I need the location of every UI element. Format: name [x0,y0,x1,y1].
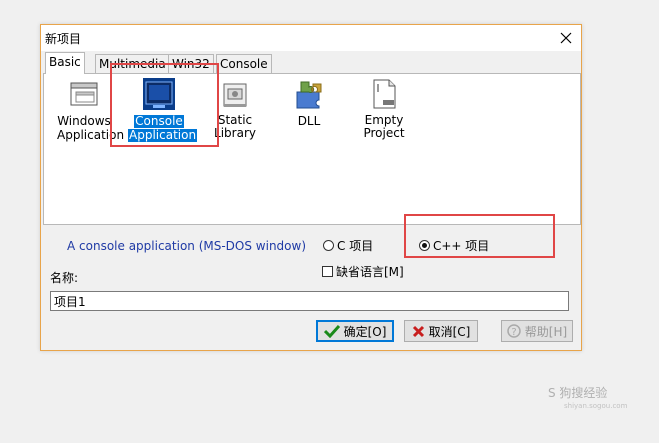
template-dll[interactable]: DLL [292,78,326,128]
checkbox-box [322,266,333,277]
template-console-application[interactable]: Console Application [128,78,198,142]
radio-c-label: C 项目 [337,239,374,253]
template-panel: Windows Application Console Application [43,73,581,225]
tab-basic[interactable]: Basic [45,52,85,74]
red-x-icon [412,325,424,337]
template-windows-application[interactable]: Windows Application [56,78,124,142]
tab-win32[interactable]: Win32 [168,54,214,73]
template-label: Empty Project [363,113,405,140]
template-label-line2: Application [57,128,125,142]
help-label: 帮助[H] [524,324,568,339]
cancel-button[interactable]: 取消[C] [404,320,478,342]
radio-cpp-project[interactable]: C++ 项目 [419,237,489,254]
template-empty-project[interactable]: Empty Project [350,78,418,140]
radio-c-project[interactable]: C 项目 [323,237,373,254]
template-label: Windows [57,114,111,128]
new-project-dialog: 新项目 Basic Multimedia Win32 Console Windo… [40,24,582,351]
watermark-subtext: shiyan.sogou.com [564,402,628,410]
ok-label: 确定[O] [343,324,387,339]
template-label: DLL [297,114,321,128]
template-description: A console application (MS-DOS window) [67,239,307,253]
close-icon [560,32,572,44]
title-bar: 新项目 [41,25,581,51]
template-label: Static Library [214,113,256,140]
radio-circle-selected [419,240,430,251]
project-name-input[interactable] [50,291,569,311]
template-label: Console [134,114,184,128]
watermark: S 狗搜经验 shiyan.sogou.com [548,384,627,410]
help-button[interactable]: ? 帮助[H] [501,320,573,342]
dll-icon [293,78,325,110]
default-language-label: 缺省语言[M] [336,265,404,279]
console-app-icon [143,78,175,110]
radio-cpp-label: C++ 项目 [433,239,490,253]
windows-app-icon [68,78,100,110]
svg-text:?: ? [511,327,516,338]
cancel-label: 取消[C] [428,324,471,339]
static-library-icon [219,78,251,110]
watermark-text: S 狗搜经验 [548,386,608,400]
template-static-library[interactable]: Static Library [202,78,268,140]
tab-console[interactable]: Console [216,54,272,73]
default-language-checkbox[interactable]: 缺省语言[M] [322,263,404,280]
name-label: 名称: [50,271,79,285]
empty-project-icon [368,78,400,110]
checkmark-icon [323,324,340,338]
close-button[interactable] [551,25,581,51]
template-label-line2: Application [128,128,198,142]
window-title: 新项目 [45,32,82,46]
tab-multimedia[interactable]: Multimedia [95,54,170,73]
ok-button[interactable]: 确定[O] [316,320,394,342]
help-icon: ? [507,324,521,338]
radio-circle [323,240,334,251]
